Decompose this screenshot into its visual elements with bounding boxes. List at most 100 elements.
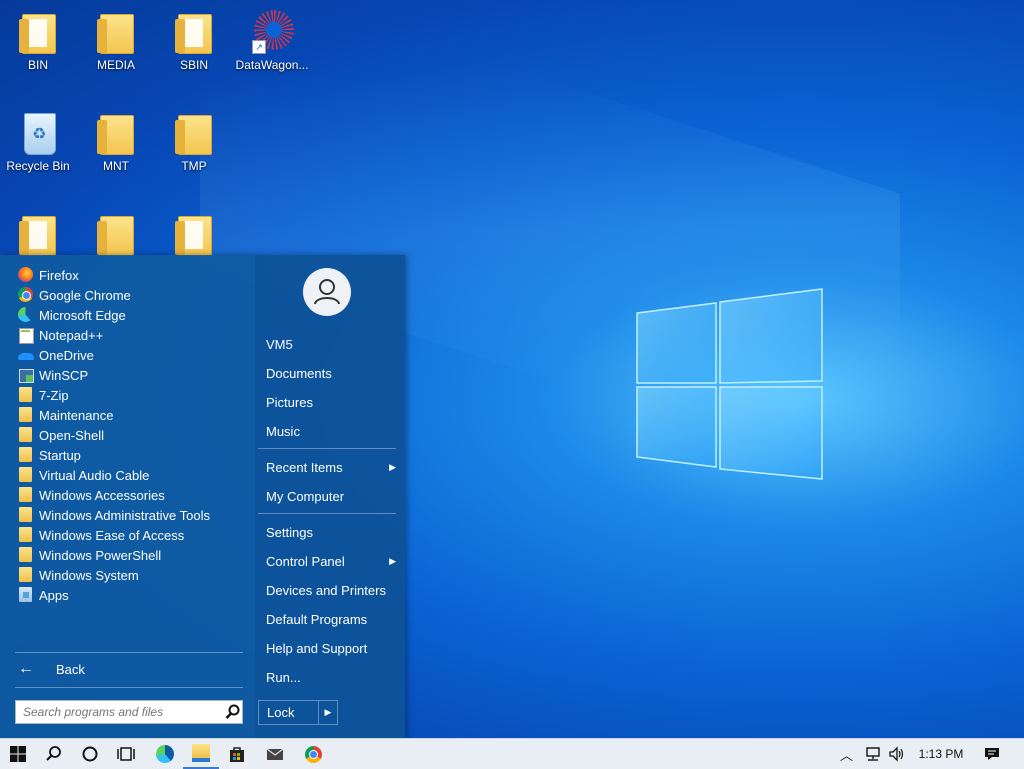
desktop-icon-folder[interactable] — [156, 212, 232, 256]
desktop-icon-tmp[interactable]: TMP — [156, 111, 232, 173]
program-firefox[interactable]: Firefox — [18, 265, 79, 285]
desktop-icon-label: MEDIA — [96, 58, 135, 72]
devices-printers-link[interactable]: Devices and Printers — [266, 583, 396, 598]
settings-link[interactable]: Settings — [266, 525, 396, 540]
program-folder-windows-accessories[interactable]: Windows Accessories — [18, 485, 165, 505]
program-microsoft-edge[interactable]: Microsoft Edge — [18, 305, 126, 325]
folder-icon — [19, 14, 56, 54]
taskbar-store[interactable] — [219, 739, 255, 769]
program-folder-open-shell[interactable]: Open-Shell — [18, 425, 104, 445]
documents-link[interactable]: Documents — [266, 366, 396, 381]
program-folder-7zip[interactable]: 7-Zip — [18, 385, 69, 405]
search-button[interactable] — [36, 739, 72, 769]
program-folder-windows-administrative-tools[interactable]: Windows Administrative Tools — [18, 505, 210, 525]
program-folder-windows-ease-of-access[interactable]: Windows Ease of Access — [18, 525, 184, 545]
taskbar-edge[interactable] — [147, 739, 183, 769]
user-name: VM5 — [266, 337, 293, 352]
action-center-button[interactable] — [980, 739, 1004, 769]
default-programs-link[interactable]: Default Programs — [266, 612, 396, 627]
back-button[interactable]: ← Back — [18, 660, 85, 678]
program-folder-virtual-audio-cable[interactable]: Virtual Audio Cable — [18, 465, 149, 485]
program-onedrive[interactable]: OneDrive — [18, 345, 94, 365]
run-link[interactable]: Run... — [266, 670, 396, 685]
program-label: Microsoft Edge — [39, 307, 126, 323]
separator — [15, 652, 243, 653]
cortana-icon — [82, 746, 98, 762]
program-winscp[interactable]: WinSCP — [18, 365, 88, 385]
desktop-icon-sbin[interactable]: SBIN — [156, 10, 232, 72]
program-folder-maintenance[interactable]: Maintenance — [18, 405, 113, 425]
desktop-icon-datawagon[interactable]: ↗ DataWagon... — [234, 10, 310, 72]
start-menu-places-pane: VM5 Documents Pictures Music Recent Item… — [255, 255, 405, 738]
clock-time: 1:13 PM — [918, 747, 964, 761]
desktop-icon-recycle-bin[interactable]: ♻ Recycle Bin — [0, 111, 76, 173]
folder-icon — [18, 407, 34, 423]
clock[interactable]: 1:13 PM — [918, 739, 964, 769]
control-panel-label: Control Panel — [266, 554, 345, 569]
winscp-icon — [18, 367, 34, 383]
recent-items-link[interactable]: Recent Items ▶ — [266, 460, 396, 475]
taskbar-file-explorer[interactable] — [183, 739, 219, 769]
search-icon — [46, 746, 61, 761]
program-folder-startup[interactable]: Startup — [18, 445, 81, 465]
folder-icon — [18, 487, 34, 503]
music-link[interactable]: Music — [266, 424, 396, 439]
folder-icon — [19, 216, 56, 256]
search-input[interactable] — [16, 702, 224, 722]
pictures-link[interactable]: Pictures — [266, 395, 396, 410]
program-label: Windows System — [39, 567, 139, 583]
search-box[interactable] — [15, 700, 243, 724]
notepadpp-icon — [18, 327, 34, 344]
windows-wallpaper-logo — [636, 288, 823, 480]
onedrive-icon — [18, 347, 34, 363]
documents-label: Documents — [266, 366, 332, 381]
program-label: Virtual Audio Cable — [39, 467, 150, 483]
volume-button[interactable] — [888, 739, 906, 769]
network-button[interactable] — [864, 739, 882, 769]
show-hidden-icons-button[interactable]: ︿ — [840, 739, 853, 769]
folder-icon — [18, 567, 34, 583]
shutdown-options-arrow-icon[interactable]: ▶ — [318, 701, 337, 724]
folder-icon — [97, 115, 134, 155]
shortcut-arrow-icon: ↗ — [252, 40, 266, 54]
program-label: Windows Accessories — [39, 487, 165, 503]
desktop-icon-bin[interactable]: BIN — [0, 10, 76, 72]
desktop-icon-folder[interactable] — [78, 212, 154, 256]
program-label: OneDrive — [39, 347, 94, 363]
taskbar-mail[interactable] — [257, 739, 293, 769]
program-folder-windows-powershell[interactable]: Windows PowerShell — [18, 545, 161, 565]
desktop-icon-label: MNT — [103, 159, 129, 173]
program-folder-windows-system[interactable]: Windows System — [18, 565, 139, 585]
user-folder-link[interactable]: VM5 — [266, 337, 396, 352]
settings-label: Settings — [266, 525, 313, 540]
user-avatar-icon[interactable] — [303, 268, 351, 316]
folder-icon — [18, 467, 34, 483]
program-notepadpp[interactable]: Notepad++ — [18, 325, 103, 345]
volume-icon — [889, 746, 904, 762]
program-apps[interactable]: Apps — [18, 585, 69, 605]
music-label: Music — [266, 424, 300, 439]
desktop-icon-folder[interactable] — [0, 212, 76, 256]
start-button[interactable] — [0, 739, 36, 769]
chrome-icon — [304, 745, 322, 763]
separator — [15, 687, 243, 688]
my-computer-link[interactable]: My Computer — [266, 489, 396, 504]
desktop-icon-media[interactable]: MEDIA — [78, 10, 154, 72]
folder-icon — [18, 547, 34, 563]
task-view-button[interactable] — [108, 739, 144, 769]
lock-button[interactable]: Lock ▶ — [258, 700, 338, 725]
search-icon[interactable] — [224, 703, 242, 721]
help-support-link[interactable]: Help and Support — [266, 641, 396, 656]
program-google-chrome[interactable]: Google Chrome — [18, 285, 131, 305]
help-support-label: Help and Support — [266, 641, 368, 656]
desktop-icon-label: Recycle Bin — [6, 159, 70, 173]
taskbar-chrome[interactable] — [295, 739, 331, 769]
control-panel-link[interactable]: Control Panel ▶ — [266, 554, 396, 569]
folder-icon — [175, 216, 212, 256]
folder-icon — [18, 527, 34, 543]
store-icon — [230, 747, 244, 762]
submenu-arrow-icon: ▶ — [389, 556, 396, 566]
cortana-button[interactable] — [72, 739, 108, 769]
separator — [258, 513, 396, 514]
desktop-icon-mnt[interactable]: MNT — [78, 111, 154, 173]
